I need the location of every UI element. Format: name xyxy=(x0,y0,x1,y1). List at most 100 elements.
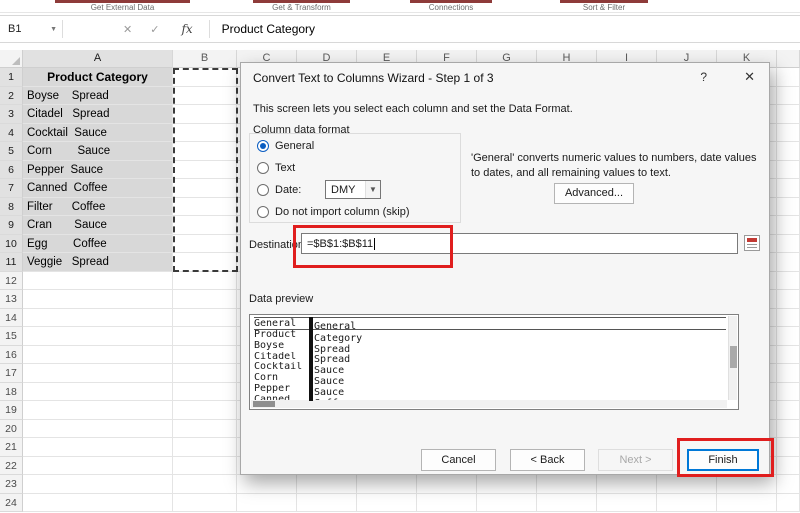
cell-H23[interactable] xyxy=(537,475,597,494)
cell-B15[interactable] xyxy=(173,327,237,346)
row-header-24[interactable]: 24 xyxy=(0,493,23,512)
chevron-down-icon[interactable]: ▼ xyxy=(365,181,380,198)
cell-D23[interactable] xyxy=(297,475,357,494)
cell-A7[interactable]: Canned Coffee xyxy=(23,179,173,198)
row-header-5[interactable]: 5 xyxy=(0,142,23,161)
cell-K23[interactable] xyxy=(717,475,777,494)
cell-A6[interactable]: Pepper Sauce xyxy=(23,160,173,179)
row-header-2[interactable]: 2 xyxy=(0,86,23,105)
cell-A23[interactable] xyxy=(23,475,173,494)
column-header-B[interactable]: B xyxy=(173,50,237,68)
cell-X23[interactable] xyxy=(777,475,800,494)
cell-X6[interactable] xyxy=(777,160,800,179)
row-header-18[interactable]: 18 xyxy=(0,382,23,401)
next-button[interactable]: Next > xyxy=(598,449,673,471)
cell-B20[interactable] xyxy=(173,419,237,438)
cell-A13[interactable] xyxy=(23,290,173,309)
cell-X4[interactable] xyxy=(777,123,800,142)
cell-X14[interactable] xyxy=(777,308,800,327)
help-icon[interactable]: ? xyxy=(700,70,707,84)
scrollbar-thumb[interactable] xyxy=(253,401,275,407)
cell-H24[interactable] xyxy=(537,493,597,512)
radio-text[interactable]: Text xyxy=(257,161,295,175)
column-header-A[interactable]: A xyxy=(23,50,173,68)
cell-B14[interactable] xyxy=(173,308,237,327)
cancel-formula-icon[interactable]: ✕ xyxy=(123,23,132,36)
cell-X11[interactable] xyxy=(777,253,800,272)
row-header-23[interactable]: 23 xyxy=(0,475,23,494)
cell-B18[interactable] xyxy=(173,382,237,401)
cell-E23[interactable] xyxy=(357,475,417,494)
ribbon-group-sort-filter[interactable]: Sort & Filter xyxy=(560,0,648,13)
row-header-16[interactable]: 16 xyxy=(0,345,23,364)
cell-A1[interactable]: Product Category xyxy=(23,68,173,87)
cell-B12[interactable] xyxy=(173,271,237,290)
cell-J23[interactable] xyxy=(657,475,717,494)
row-header-17[interactable]: 17 xyxy=(0,364,23,383)
row-header-1[interactable]: 1 xyxy=(0,68,23,87)
row-header-7[interactable]: 7 xyxy=(0,179,23,198)
collapse-dialog-icon[interactable] xyxy=(744,235,760,251)
cell-A4[interactable]: Cocktail Sauce xyxy=(23,123,173,142)
cell-A24[interactable] xyxy=(23,493,173,512)
row-header-14[interactable]: 14 xyxy=(0,308,23,327)
back-button[interactable]: < Back xyxy=(510,449,585,471)
cell-A8[interactable]: Filter Coffee xyxy=(23,197,173,216)
cell-B19[interactable] xyxy=(173,401,237,420)
cell-X21[interactable] xyxy=(777,438,800,457)
cell-X8[interactable] xyxy=(777,197,800,216)
ribbon-group-get-external-data[interactable]: Get External Data xyxy=(55,0,190,13)
cell-X10[interactable] xyxy=(777,234,800,253)
cell-A17[interactable] xyxy=(23,364,173,383)
insert-function-icon[interactable]: fx xyxy=(181,22,192,36)
row-header-6[interactable]: 6 xyxy=(0,160,23,179)
cell-X19[interactable] xyxy=(777,401,800,420)
preview-horizontal-scrollbar[interactable] xyxy=(251,400,727,408)
cell-A5[interactable]: Corn Sauce xyxy=(23,142,173,161)
cell-C24[interactable] xyxy=(237,493,297,512)
row-header-4[interactable]: 4 xyxy=(0,123,23,142)
row-header-19[interactable]: 19 xyxy=(0,401,23,420)
cell-B23[interactable] xyxy=(173,475,237,494)
cell-F24[interactable] xyxy=(417,493,477,512)
cell-J24[interactable] xyxy=(657,493,717,512)
cell-X15[interactable] xyxy=(777,327,800,346)
cell-B22[interactable] xyxy=(173,456,237,475)
cell-X5[interactable] xyxy=(777,142,800,161)
cell-E24[interactable] xyxy=(357,493,417,512)
cell-A14[interactable] xyxy=(23,308,173,327)
cancel-button[interactable]: Cancel xyxy=(421,449,496,471)
name-box-dropdown-icon[interactable]: ▼ xyxy=(50,26,57,33)
cell-X2[interactable] xyxy=(777,86,800,105)
cell-I23[interactable] xyxy=(597,475,657,494)
row-header-8[interactable]: 8 xyxy=(0,197,23,216)
cell-A18[interactable] xyxy=(23,382,173,401)
cell-X12[interactable] xyxy=(777,271,800,290)
cell-A11[interactable]: Veggie Spread xyxy=(23,253,173,272)
row-header-11[interactable]: 11 xyxy=(0,253,23,272)
row-header-15[interactable]: 15 xyxy=(0,327,23,346)
cell-X16[interactable] xyxy=(777,345,800,364)
radio-skip-column[interactable]: Do not import column (skip) xyxy=(257,205,410,219)
cell-A19[interactable] xyxy=(23,401,173,420)
column-header-partial[interactable] xyxy=(777,50,800,68)
cell-B24[interactable] xyxy=(173,493,237,512)
row-header-21[interactable]: 21 xyxy=(0,438,23,457)
cell-B21[interactable] xyxy=(173,438,237,457)
cell-A3[interactable]: Citadel Spread xyxy=(23,105,173,124)
name-box[interactable]: B1 ▼ xyxy=(0,16,62,42)
cell-C23[interactable] xyxy=(237,475,297,494)
cell-G24[interactable] xyxy=(477,493,537,512)
ribbon-group-get-transform[interactable]: Get & Transform xyxy=(253,0,350,13)
cell-X1[interactable] xyxy=(777,68,800,87)
select-all-corner[interactable] xyxy=(0,50,23,68)
row-header-12[interactable]: 12 xyxy=(0,271,23,290)
cell-X24[interactable] xyxy=(777,493,800,512)
row-header-20[interactable]: 20 xyxy=(0,419,23,438)
preview-vertical-scrollbar[interactable] xyxy=(728,316,737,400)
cell-X13[interactable] xyxy=(777,290,800,309)
cell-K24[interactable] xyxy=(717,493,777,512)
cell-B16[interactable] xyxy=(173,345,237,364)
radio-general[interactable]: General xyxy=(257,139,314,153)
cell-A21[interactable] xyxy=(23,438,173,457)
